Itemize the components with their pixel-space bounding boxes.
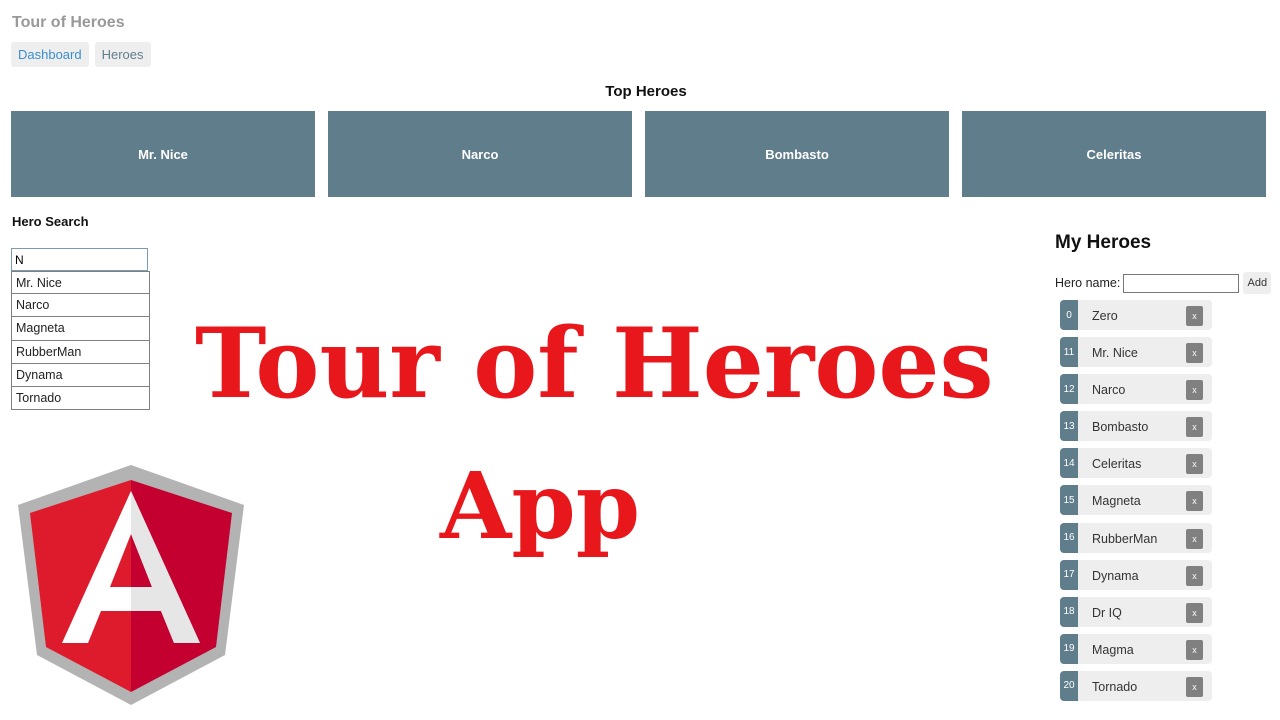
hero-list-item[interactable]: 11 Mr. Nice x: [1060, 337, 1212, 368]
delete-hero-button[interactable]: x: [1186, 417, 1203, 438]
hero-name-input[interactable]: [1123, 273, 1240, 293]
hero-list-item[interactable]: 18 Dr IQ x: [1060, 596, 1212, 627]
hero-search-input[interactable]: [11, 248, 148, 271]
hero-list-item[interactable]: 17 Dynama x: [1060, 559, 1212, 590]
delete-hero-button[interactable]: x: [1186, 454, 1203, 475]
hero-name: Zero: [1092, 309, 1118, 323]
hero-name: RubberMan: [1092, 531, 1158, 546]
hero-list-item[interactable]: 0 Zero x: [1060, 300, 1212, 330]
hero-name: Bombasto: [1092, 420, 1149, 435]
top-heroes-heading: Top Heroes: [605, 83, 687, 100]
top-hero-card[interactable]: Celeritas: [962, 111, 1266, 197]
hero-list-item[interactable]: 19 Magma x: [1060, 633, 1212, 664]
search-result-item[interactable]: Dynama: [11, 363, 150, 387]
top-hero-card[interactable]: Mr. Nice: [11, 111, 315, 197]
hero-list-item[interactable]: 16 RubberMan x: [1060, 522, 1212, 553]
hero-name: Mr. Nice: [1092, 346, 1138, 361]
delete-hero-button[interactable]: x: [1186, 380, 1203, 401]
hero-id-badge: 15: [1060, 485, 1078, 516]
hero-name: Dr IQ: [1092, 605, 1122, 620]
hero-list-item[interactable]: 20 Tornado x: [1060, 670, 1212, 701]
main-nav: Dashboard Heroes: [11, 42, 151, 67]
top-hero-card[interactable]: Narco: [328, 111, 632, 197]
top-hero-name: Mr. Nice: [138, 146, 188, 162]
hero-id-badge: 14: [1060, 448, 1078, 479]
delete-hero-button[interactable]: x: [1186, 306, 1203, 326]
delete-hero-button[interactable]: x: [1186, 565, 1203, 586]
add-hero-form: Hero name: Add: [1055, 272, 1272, 294]
hero-name: Tornado: [1092, 679, 1138, 694]
hero-id-badge: 17: [1060, 559, 1078, 590]
search-result-item[interactable]: RubberMan: [11, 340, 150, 364]
my-heroes-heading: My Heroes: [1055, 232, 1152, 253]
top-hero-name: Narco: [461, 146, 499, 162]
hero-id-badge: 11: [1060, 337, 1078, 368]
hero-name-label: Hero name:: [1055, 276, 1121, 290]
hero-name: Celeritas: [1092, 457, 1142, 472]
hero-id-badge: 20: [1060, 670, 1078, 701]
nav-link-dashboard[interactable]: Dashboard: [11, 42, 89, 67]
hero-search-heading: Hero Search: [12, 214, 89, 229]
top-hero-name: Celeritas: [1086, 146, 1142, 162]
delete-hero-button[interactable]: x: [1186, 676, 1203, 697]
hero-id-badge: 13: [1060, 411, 1078, 442]
hero-list-item[interactable]: 14 Celeritas x: [1060, 448, 1212, 479]
app-title: Tour of Heroes: [12, 14, 125, 31]
search-result-item[interactable]: Tornado: [11, 386, 150, 411]
hero-id-badge: 16: [1060, 522, 1078, 553]
hero-name: Dynama: [1092, 568, 1139, 583]
top-hero-name: Bombasto: [765, 146, 829, 162]
search-result-item[interactable]: Magneta: [11, 317, 150, 341]
search-results-list: Mr. Nice Narco Magneta RubberMan Dynama …: [11, 271, 150, 411]
hero-list-item[interactable]: 15 Magneta x: [1060, 485, 1212, 516]
hero-list-item[interactable]: 13 Bombasto x: [1060, 411, 1212, 442]
overlay-title: Tour of Heroes: [195, 307, 994, 420]
hero-name: Magneta: [1092, 494, 1141, 509]
overlay-subtitle: App: [440, 452, 641, 560]
delete-hero-button[interactable]: x: [1186, 528, 1203, 549]
delete-hero-button[interactable]: x: [1186, 343, 1203, 364]
my-heroes-list: 0 Zero x 11 Mr. Nice x 12 Narco x 13 Bom…: [1060, 300, 1212, 708]
angular-logo-icon: [18, 465, 244, 705]
top-hero-card[interactable]: Bombasto: [645, 111, 949, 197]
hero-name: Narco: [1092, 383, 1126, 398]
add-hero-button[interactable]: Add: [1243, 272, 1272, 294]
nav-link-heroes[interactable]: Heroes: [94, 42, 151, 67]
hero-id-badge: 18: [1060, 596, 1078, 627]
delete-hero-button[interactable]: x: [1186, 639, 1203, 660]
search-result-item[interactable]: Mr. Nice: [11, 271, 150, 295]
delete-hero-button[interactable]: x: [1186, 491, 1203, 512]
hero-id-badge: 19: [1060, 633, 1078, 664]
hero-list-item[interactable]: 12 Narco x: [1060, 374, 1212, 405]
search-result-item[interactable]: Narco: [11, 294, 150, 318]
hero-id-badge: 12: [1060, 374, 1078, 405]
hero-name: Magma: [1092, 642, 1134, 657]
delete-hero-button[interactable]: x: [1186, 602, 1203, 623]
hero-id-badge: 0: [1060, 300, 1078, 330]
